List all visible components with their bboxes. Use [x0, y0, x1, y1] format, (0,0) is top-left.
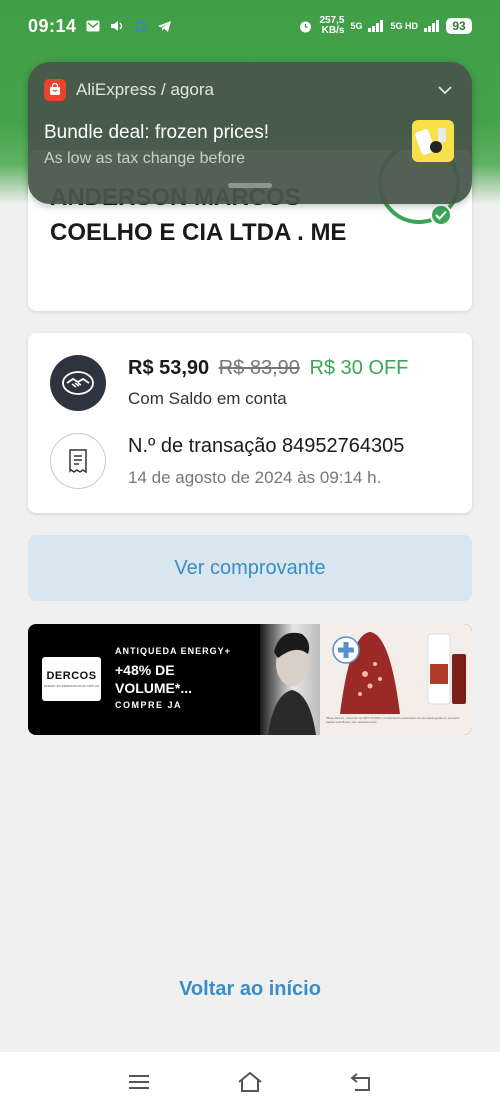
ad-fineprint: *Base Dercos, referente ao MAT 07/2023, …: [326, 716, 460, 724]
check-icon: [430, 204, 452, 226]
ad-banner[interactable]: DERCOS EXPERT EN DERMATOLOGIA CAPILAR AN…: [28, 624, 472, 735]
speed-unit: KB/s: [321, 25, 345, 36]
back-icon[interactable]: [348, 1069, 374, 1095]
telegram-icon: [157, 18, 173, 34]
payment-card: R$ 53,90 R$ 83,90 R$ 30 OFF Com Saldo em…: [28, 333, 472, 513]
transaction-id: N.º de transação 84952764305: [128, 435, 405, 457]
aliexpress-icon: [44, 79, 66, 101]
network-type-2: 5G HD: [390, 20, 418, 31]
navigation-bar: [0, 1052, 500, 1111]
aliexpress-notification[interactable]: AliExpress / agora Bundle deal: frozen p…: [28, 62, 472, 204]
notification-app-name: AliExpress / agora: [76, 80, 214, 99]
ad-model-photo: [260, 624, 320, 735]
status-left: 09:14: [28, 16, 173, 37]
status-right: 257,5 KB/s 5G 5G HD 93: [297, 16, 472, 36]
network-speed: 257,5 KB/s: [319, 16, 344, 36]
home-icon[interactable]: [237, 1069, 263, 1095]
menu-icon[interactable]: [126, 1069, 152, 1095]
price-paid: R$ 53,90: [128, 357, 210, 379]
handshake-icon: [50, 355, 106, 411]
alarm-icon: [297, 18, 313, 34]
ad-brand-sub: EXPERT EN DERMATOLOGIA CAPILAR: [43, 684, 100, 688]
back-to-home-link[interactable]: Voltar ao início: [0, 978, 500, 1001]
notification-header: AliExpress / agora: [44, 79, 214, 101]
ad-kicker: ANTIQUEDA ENERGY+: [115, 646, 231, 656]
mail-icon: [85, 18, 101, 34]
chevron-down-icon[interactable]: [438, 82, 452, 100]
signal-icon-2: [424, 18, 440, 34]
transaction-date: 14 de agosto de 2024 às 09:14 h.: [128, 468, 382, 487]
notification-title: Bundle deal: frozen prices!: [44, 122, 269, 143]
receipt-icon: [50, 433, 106, 489]
price-line: R$ 53,90 R$ 83,90 R$ 30 OFF: [128, 357, 408, 380]
ad-headline: +48% DE VOLUME*...: [115, 662, 193, 696]
view-receipt-button[interactable]: Ver comprovante: [28, 535, 472, 601]
payment-method: Com Saldo em conta: [128, 389, 287, 408]
status-bar: 09:14 257,5 KB/s 5G 5G HD 93: [0, 0, 500, 52]
battery-level: 93: [446, 18, 472, 34]
dercos-logo: DERCOS EXPERT EN DERMATOLOGIA CAPILAR: [42, 657, 101, 701]
ad-brand: DERCOS: [46, 670, 97, 682]
ad-cta[interactable]: COMPRE JA: [115, 700, 182, 710]
ad-product-visual: *Base Dercos, referente ao MAT 07/2023, …: [320, 624, 472, 735]
discount-label: R$ 30 OFF: [309, 357, 409, 379]
notification-body: As low as tax change before: [44, 150, 246, 167]
volume-icon: [109, 18, 125, 34]
price-original: R$ 83,90: [218, 357, 300, 379]
notification-drag-handle[interactable]: [228, 183, 272, 188]
network-type-1: 5G: [350, 20, 363, 31]
signal-icon: [368, 18, 384, 34]
status-time: 09:14: [28, 15, 77, 36]
sync-icon: [133, 18, 149, 34]
product-thumbnail: [412, 120, 454, 162]
